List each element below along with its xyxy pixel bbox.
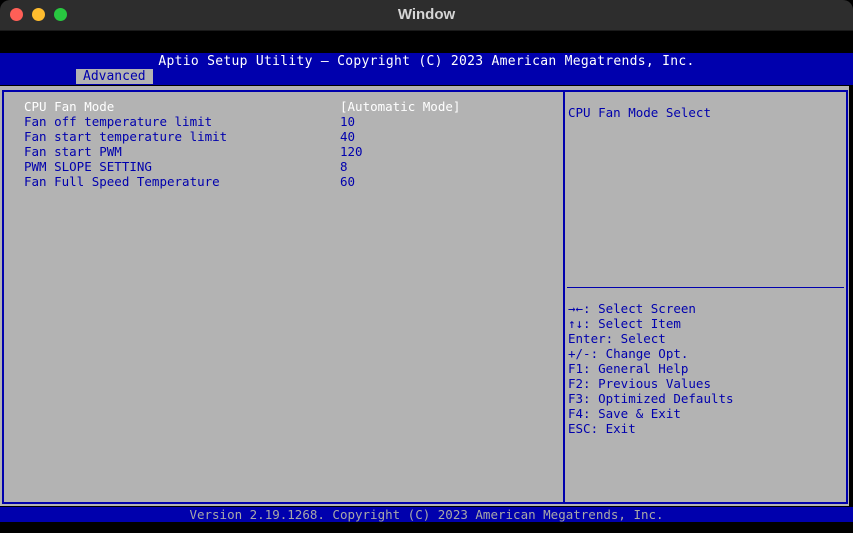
help-divider: [567, 287, 844, 288]
key-hint: +/-: Change Opt.: [568, 346, 689, 361]
key-hint: F3: Optimized Defaults: [568, 391, 734, 406]
bios-screen: Aptio Setup Utility – Copyright (C) 2023…: [0, 31, 853, 533]
setting-value[interactable]: 8: [340, 159, 348, 174]
bios-title: Aptio Setup Utility – Copyright (C) 2023…: [158, 54, 695, 69]
setting-label: Fan off temperature limit: [24, 114, 213, 129]
setting-label: CPU Fan Mode: [24, 99, 115, 114]
settings-panel: CPU Fan Mode [Automatic Mode] Fan off te…: [0, 86, 849, 506]
version-text: Version 2.19.1268. Copyright (C) 2023 Am…: [189, 507, 664, 522]
key-hint: F2: Previous Values: [568, 376, 711, 391]
terminal-window: Window Aptio Setup Utility – Copyright (…: [0, 0, 853, 533]
setting-value[interactable]: 120: [340, 144, 363, 159]
setting-value[interactable]: 10: [340, 114, 355, 129]
key-hint: ESC: Exit: [568, 421, 636, 436]
setting-label: Fan start PWM: [24, 144, 122, 159]
panel-divider: [563, 90, 565, 504]
title-bar[interactable]: Window: [0, 0, 853, 31]
panel-border: [2, 90, 848, 504]
setting-label: Fan Full Speed Temperature: [24, 174, 220, 189]
help-text: CPU Fan Mode Select: [568, 105, 711, 120]
key-hint: ↑↓: Select Item: [568, 316, 681, 331]
setting-label: PWM SLOPE SETTING: [24, 159, 152, 174]
setting-value[interactable]: [Automatic Mode]: [340, 99, 460, 114]
key-hint: →←: Select Screen: [568, 301, 696, 316]
key-hint: F1: General Help: [568, 361, 689, 376]
key-legend: →←: Select Screen ↑↓: Select Item Enter:…: [568, 301, 734, 436]
key-hint: Enter: Select: [568, 331, 666, 346]
setting-value[interactable]: 40: [340, 129, 355, 144]
tab-advanced[interactable]: Advanced: [76, 69, 153, 84]
setting-value[interactable]: 60: [340, 174, 355, 189]
setting-label: Fan start temperature limit: [24, 129, 228, 144]
bios-footer: Version 2.19.1268. Copyright (C) 2023 Am…: [0, 507, 853, 522]
key-hint: F4: Save & Exit: [568, 406, 681, 421]
bios-header: Aptio Setup Utility – Copyright (C) 2023…: [0, 53, 853, 85]
window-title: Window: [397, 6, 456, 23]
